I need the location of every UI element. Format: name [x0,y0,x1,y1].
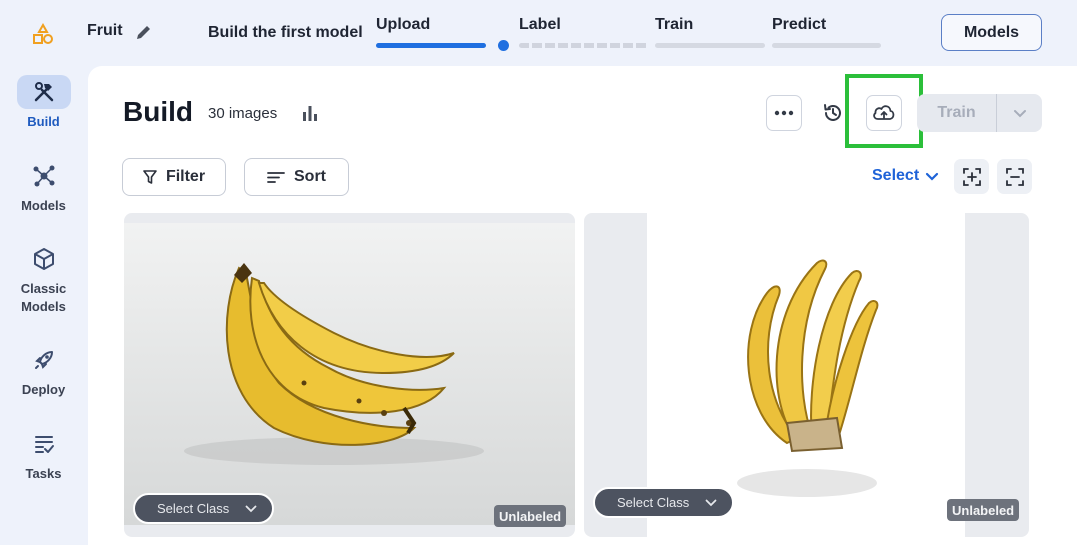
class-select-dropdown[interactable]: Select Class [593,487,734,518]
page-title: Build [123,96,193,127]
status-badge: Unlabeled [947,499,1020,521]
sidebar-item-label: Deploy [21,382,66,397]
sidebar-item-label: Tasks [25,466,62,481]
more-horizontal-icon [774,110,794,116]
step-current-dot [498,40,509,51]
train-options-button[interactable] [997,94,1042,132]
step-upload[interactable]: Upload [376,16,430,34]
bar-chart-icon[interactable] [301,104,319,122]
sidebar-item-deploy[interactable]: Deploy [0,343,87,399]
filter-icon [143,169,157,184]
step-predict[interactable]: Predict [772,16,826,34]
history-icon [824,104,841,121]
select-label: Select [872,167,920,184]
sidebar-item-build[interactable]: Build [0,75,87,131]
image-card[interactable]: Select Class Unlabeled [124,213,575,537]
select-all-button[interactable] [954,159,989,194]
sidebar-item-label: Classic Models [20,281,67,314]
sidebar-item-tasks[interactable]: Tasks [0,427,87,483]
status-badge: Unlabeled [494,505,567,527]
train-button[interactable]: Train [917,94,997,132]
model-title: Build the first model [208,24,363,41]
banana-bunch-photo[interactable] [124,223,575,525]
class-select-label: Select Class [157,501,230,516]
sidebar-item-label: Build [27,114,60,129]
checklist-icon [34,436,54,453]
chevron-down-icon [1013,109,1026,117]
upload-button[interactable] [866,95,902,131]
deselect-icon [1005,167,1024,186]
deselect-all-button[interactable] [997,159,1032,194]
rocket-icon [34,351,53,369]
step-progress-train [655,43,765,48]
sidebar-item-label: Models [21,198,66,213]
select-dropdown[interactable]: Select [872,167,939,185]
main-panel: Build 30 images Train Filter Sort Select… [88,66,1077,545]
chevron-down-icon [245,505,257,512]
more-options-button[interactable] [766,95,802,131]
step-train[interactable]: Train [655,16,693,34]
cloud-upload-icon [873,105,895,120]
filter-button[interactable]: Filter [122,158,226,196]
select-all-icon [962,167,981,186]
filter-label: Filter [165,168,206,185]
train-split-button[interactable]: Train [917,94,1042,132]
sidebar-item-classic-models[interactable]: Classic Models [0,242,87,316]
chevron-down-icon [705,499,717,506]
sidebar: Build Models Classic Models Deploy Tasks [0,66,87,545]
step-progress-predict [772,43,881,48]
sort-icon [267,171,285,183]
image-count: 30 images [208,105,278,122]
class-select-dropdown[interactable]: Select Class [133,493,274,524]
step-progress-upload [376,43,486,48]
step-label[interactable]: Label [519,16,561,34]
hammer-wrench-icon [34,82,53,102]
network-icon [33,165,54,187]
models-button[interactable]: Models [941,14,1042,51]
step-progress-label [519,43,648,48]
app-logo-icon[interactable] [32,23,54,45]
sidebar-item-models[interactable]: Models [0,159,87,215]
sort-label: Sort [294,168,326,185]
sort-button[interactable]: Sort [244,158,349,196]
cube-icon [33,248,54,270]
project-name: Fruit [87,22,123,39]
edit-pencil-icon[interactable] [134,22,154,42]
chevron-down-icon [926,172,939,181]
top-bar: Fruit Build the first model Upload Label… [0,0,1077,66]
image-card[interactable]: Select Class Unlabeled [584,213,1029,537]
class-select-label: Select Class [617,495,690,510]
